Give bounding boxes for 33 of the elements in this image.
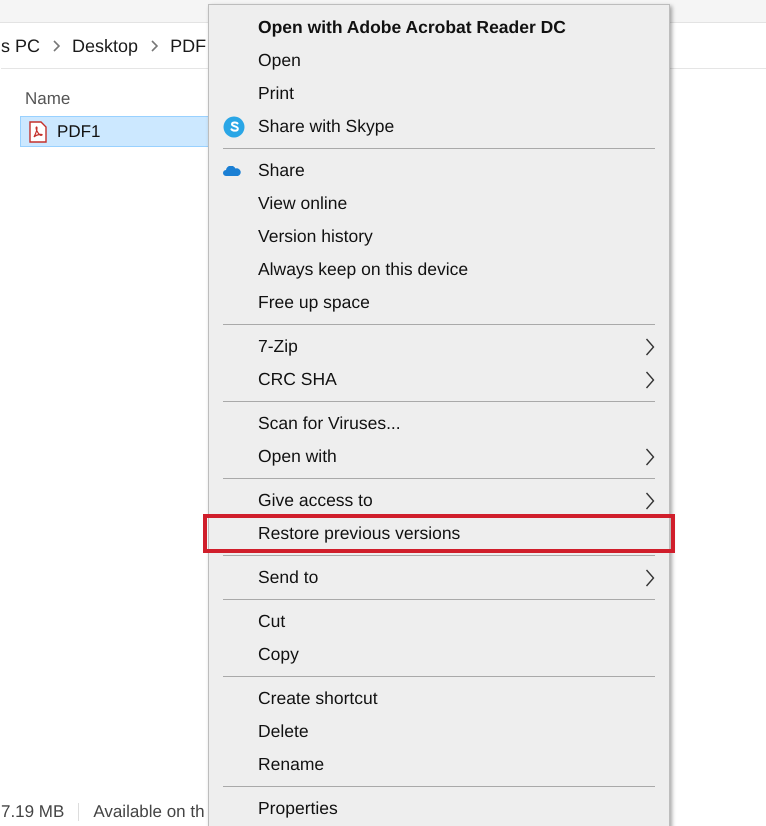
menu-item[interactable]: Cut — [209, 605, 669, 638]
menu-item[interactable]: Copy — [209, 638, 669, 671]
menu-item[interactable]: Create shortcut — [209, 682, 669, 715]
menu-item[interactable]: CRC SHA — [209, 363, 669, 396]
menu-item[interactable]: Scan for Viruses... — [209, 407, 669, 440]
breadcrumb-item[interactable]: s PC — [1, 36, 40, 56]
cloud-icon — [223, 166, 241, 176]
status-size: 7.19 MB — [1, 802, 64, 822]
menu-item[interactable]: Properties — [209, 792, 669, 825]
chevron-icon — [150, 40, 158, 52]
skype-icon — [223, 116, 245, 138]
status-availability: Available on th — [93, 802, 205, 822]
menu-item[interactable]: Open with — [209, 440, 669, 473]
menu-item[interactable]: Share — [209, 154, 669, 187]
menu-item[interactable]: Send to — [209, 561, 669, 594]
menu-item[interactable]: View online — [209, 187, 669, 220]
file-name: PDF1 — [57, 122, 100, 142]
menu-item[interactable]: Free up space — [209, 286, 669, 319]
menu-item[interactable]: Open with Adobe Acrobat Reader DC — [209, 11, 669, 44]
highlighted-menu-item[interactable]: Restore previous versions — [206, 517, 672, 550]
breadcrumb-item[interactable]: Desktop — [72, 36, 138, 56]
pdf-file-icon — [29, 120, 47, 142]
chevron-icon — [52, 40, 60, 52]
breadcrumb-item[interactable]: PDF — [170, 36, 206, 56]
menu-item[interactable]: Delete — [209, 715, 669, 748]
menu-item[interactable]: Rename — [209, 748, 669, 781]
menu-item[interactable]: 7-Zip — [209, 330, 669, 363]
menu-item[interactable]: Open — [209, 44, 669, 77]
column-header[interactable]: Name — [25, 89, 70, 108]
menu-item[interactable]: Give access to — [209, 484, 669, 517]
menu-item[interactable]: Print — [209, 77, 669, 110]
menu-item[interactable]: Always keep on this device — [209, 253, 669, 286]
menu-item[interactable]: Version history — [209, 220, 669, 253]
